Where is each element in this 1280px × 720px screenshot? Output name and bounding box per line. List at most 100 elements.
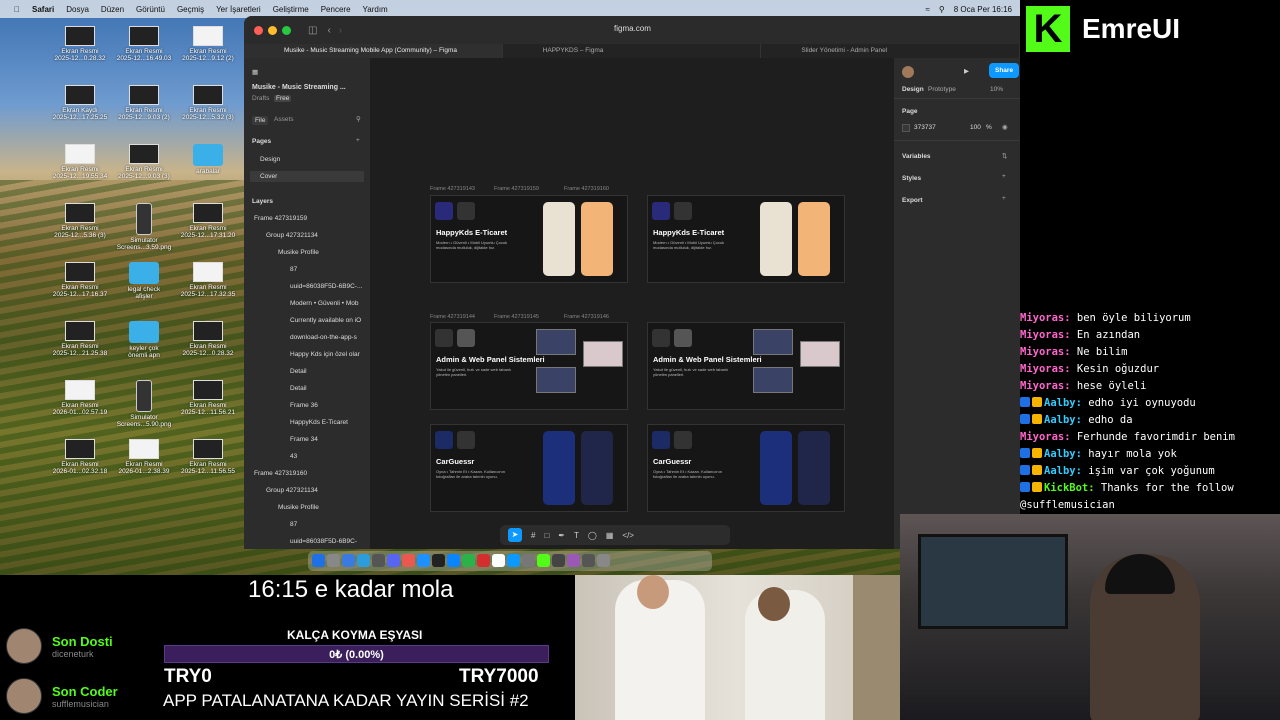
tab-assets[interactable]: Assets [274,116,294,123]
figma-canvas[interactable]: Frame 427319143 Frame 427319159 Frame 42… [370,58,894,549]
discord-icon[interactable] [387,554,400,567]
chat-username[interactable]: Miyoras: [1020,380,1071,392]
menu-pencere[interactable]: Pencere [321,5,351,14]
chat-username[interactable]: KickBot: [1044,482,1095,494]
desktop-icon[interactable]: Ekran Resmi 2026-01...02.57.19 [48,380,112,416]
dev-mode-icon[interactable]: </> [622,531,634,540]
chrome-icon[interactable] [462,554,475,567]
desktop-icon[interactable]: Ekran Resmi 2025-12...0.28.32 [176,321,240,357]
clock-text[interactable]: 8 Oca Per 16:16 [954,5,1012,14]
actions-icon[interactable]: ▦ [606,531,614,540]
move-tool-icon[interactable]: ➤ [508,528,522,542]
layer-item[interactable]: uuid=86038F5D-6B9C-... [290,283,362,290]
tab-slider-admin[interactable]: Slider Yönetimi - Admin Panel [761,44,1020,58]
tab-design[interactable]: Design [902,86,924,93]
variables-settings-icon[interactable]: ⇅ [1002,152,1007,160]
layer-item[interactable]: Group 427321134 [266,487,318,494]
close-window-button[interactable] [254,25,263,35]
page-opacity[interactable]: 100 [970,124,981,131]
design-card-admin[interactable]: Admin & Web Panel Sistemleri Yakut ile g… [430,322,628,410]
menu-duzen[interactable]: Düzen [101,5,124,14]
page-item-design[interactable]: Design [260,156,280,163]
zoom-level[interactable]: 10% [990,86,1003,93]
page-item-cover[interactable]: Cover [250,171,364,182]
menu-yer-isaretleri[interactable]: Yer İşaretleri [216,5,261,14]
layer-item[interactable]: Musike Profile [278,504,319,511]
photos-icon[interactable] [522,554,535,567]
pen-tool-icon[interactable]: ✒ [558,531,565,540]
search-icon[interactable]: ⚲ [939,5,945,14]
present-icon[interactable]: ▶ [964,67,969,75]
desktop-icon[interactable]: Ekran Resmi 2025-12...9.03 (2) [112,85,176,121]
menu-goruntu[interactable]: Görüntü [136,5,165,14]
address-bar[interactable]: figma.com [614,24,651,33]
layer-item[interactable]: Modern • Güvenli • Mob [290,300,359,307]
chat-username[interactable]: Aalby: [1044,448,1082,460]
forward-icon[interactable]: › [339,25,342,36]
design-card-carguessr[interactable]: CarGuessr Oyna • Tahmin Et • Kazan. Kull… [430,424,628,512]
share-button[interactable]: Share [989,63,1020,78]
chat-username[interactable]: Miyoras: [1020,312,1071,324]
desktop-icon[interactable]: Ekran Resmi 2025-12...5.32 (3) [176,85,240,121]
desktop-icon[interactable]: Simulator Screens...5.90.png [112,380,176,428]
menu-dosya[interactable]: Dosya [66,5,89,14]
add-page-icon[interactable]: + [356,137,360,144]
trash-icon[interactable] [597,554,610,567]
export-section[interactable]: Export [902,197,923,204]
desktop-icon[interactable]: Ekran Resmi 2025-12...17.31.20 [176,203,240,239]
desktop-icon[interactable]: Ekran Resmi 2025-12...9.03 (3) [112,144,176,180]
chat-username[interactable]: Miyoras: [1020,431,1071,443]
desktop-icon[interactable]: Simulator Screens...3.59.png [112,203,176,251]
desktop-icon[interactable]: Ekran Resmi 2025-12...21.25.38 [48,321,112,357]
variables-section[interactable]: Variables [902,153,931,160]
kick-icon[interactable] [537,554,550,567]
terminal-icon[interactable] [432,554,445,567]
page-color-value[interactable]: 373737 [914,124,936,131]
layer-item[interactable]: 87 [290,521,297,528]
layer-item[interactable]: uuid=86038F5D-6B9C- [290,538,357,545]
layer-item[interactable]: Happy Kds için özel olar [290,351,360,358]
tab-prototype[interactable]: Prototype [928,86,956,93]
desktop-icon[interactable]: arabalar [176,144,240,175]
design-card-admin[interactable]: Admin & Web Panel Sistemleri Yakut ile g… [647,322,845,410]
calendar-icon[interactable] [402,554,415,567]
desktop-icon[interactable]: Ekran Resmi 2025-12...9.12 (2) [176,26,240,62]
desktop-icon[interactable]: Ekran Resmi 2025-12...17.16.37 [48,262,112,298]
opera-icon[interactable] [477,554,490,567]
chat-username[interactable]: Aalby: [1044,465,1082,477]
search-icon[interactable]: ⚲ [356,115,361,123]
chat-username[interactable]: Miyoras: [1020,346,1071,358]
desktop-icon[interactable]: Ekran Resmi 2025-12...5.36 (3) [48,203,112,239]
chat-username[interactable]: Miyoras: [1020,329,1071,341]
desktop-icon[interactable]: Ekran Resmi 2026-01...02.32.18 [48,439,112,475]
chat-username[interactable]: Aalby: [1044,414,1082,426]
design-card-happykds[interactable]: HappyKds E-Ticaret Modern • Güvenli • Mo… [647,195,845,283]
desktop-icon[interactable]: Ekran Resmi 2025-12...0.28.32 [48,26,112,62]
layer-item[interactable]: download-on-the-app-s [290,334,357,341]
layer-item[interactable]: Frame 427319159 [254,215,307,222]
desktop-icon[interactable]: Ekran Resmi 2025-12...11.56.55 [176,439,240,475]
minimize-window-button[interactable] [268,25,277,35]
zoom-window-button[interactable] [282,25,291,35]
layer-item[interactable]: Frame 36 [290,402,318,409]
desktop-icon[interactable]: Ekran Resmi 2025-12...19.55.34 [48,144,112,180]
figma-menu-icon[interactable]: ▦ [252,68,258,76]
notes-icon[interactable] [492,554,505,567]
design-card-happykds[interactable]: HappyKds E-Ticaret Modern • Güvenli • Mo… [430,195,628,283]
add-style-icon[interactable]: + [1002,173,1006,180]
settings-icon[interactable] [372,554,385,567]
desktop-icon[interactable]: Ekran Resmi 2026-01...2.38.39 [112,439,176,475]
tab-file[interactable]: File [252,116,269,125]
desktop-icon[interactable]: Ekran Kaydı 2025-12...17.25.25 [48,85,112,121]
chat-username[interactable]: Miyoras: [1020,363,1071,375]
desktop-icon[interactable]: Ekran Resmi 2025-12...17.32.35 [176,262,240,298]
layer-item[interactable]: 43 [290,453,297,460]
tab-happykds[interactable]: HAPPYKDS – Figma [503,44,762,58]
desktop-icon[interactable]: legal check afişler [112,262,176,300]
vscode-icon[interactable] [417,554,430,567]
mail-icon[interactable] [357,554,370,567]
file-name[interactable]: Musike - Music Streaming ... [252,84,346,91]
layer-item[interactable]: Frame 427319160 [254,470,307,477]
back-icon[interactable]: ‹ [327,25,330,36]
visibility-icon[interactable]: ◉ [1002,123,1008,131]
